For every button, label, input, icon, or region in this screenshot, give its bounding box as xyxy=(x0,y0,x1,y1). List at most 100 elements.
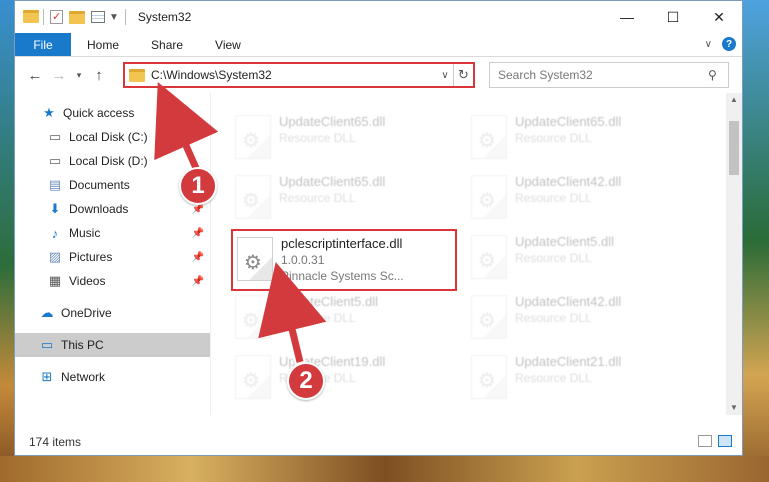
address-dropdown-icon[interactable]: ∨ xyxy=(437,70,453,81)
back-arrow-icon[interactable]: ← xyxy=(23,67,47,84)
desktop-background-right xyxy=(743,0,769,482)
new-folder-icon[interactable] xyxy=(69,10,85,24)
sidebar-item-local-disk-d[interactable]: ▭ Local Disk (D:) xyxy=(15,149,210,173)
dll-file-icon: ⚙ xyxy=(471,235,507,279)
sidebar-item-this-pc[interactable]: ▭ This PC xyxy=(15,333,210,357)
address-bar[interactable]: C:\Windows\System32 ∨ ↻ xyxy=(123,62,475,88)
tab-file[interactable]: File xyxy=(15,33,71,56)
file-description: Resource DLL xyxy=(279,191,356,205)
properties-icon[interactable] xyxy=(91,11,105,23)
scroll-down-icon[interactable]: ▼ xyxy=(726,401,742,415)
divider xyxy=(124,9,126,25)
file-item[interactable]: ⚙ UpdateClient19.dllResource DLL xyxy=(231,349,449,407)
tab-share[interactable]: Share xyxy=(135,33,199,56)
sidebar-item-label: Videos xyxy=(69,274,106,288)
dll-file-icon: ⚙ xyxy=(235,295,271,339)
annotation-badge-2: 2 xyxy=(287,362,325,400)
pin-icon[interactable]: 📌 xyxy=(192,204,204,215)
minimize-button[interactable]: — xyxy=(604,1,650,33)
desktop-background-left xyxy=(0,0,14,482)
file-item[interactable]: ⚙ UpdateClient42.dll Resource DLL xyxy=(467,169,685,227)
search-icon[interactable]: ⚲ xyxy=(708,68,728,82)
sidebar-item-pictures[interactable]: ▨ Pictures 📌 xyxy=(15,245,210,269)
sidebar-item-label: Downloads xyxy=(69,202,129,216)
address-row: ← → ▾ ↑ C:\Windows\System32 ∨ ↻ Search S… xyxy=(15,57,742,93)
ribbon-tabs: File Home Share View ∨ ? xyxy=(15,33,742,57)
dll-file-icon: ⚙ xyxy=(235,355,271,399)
folder-icon xyxy=(23,10,39,24)
sidebar-item-label: Network xyxy=(61,370,106,384)
download-icon: ⬇ xyxy=(49,201,61,216)
sidebar-item-downloads[interactable]: ⬇ Downloads 📌 xyxy=(15,197,210,221)
folder-icon xyxy=(129,68,145,82)
explorer-window: ▼ System32 — ☐ ✕ File Home Share View ∨ … xyxy=(14,0,743,456)
pin-icon[interactable]: 📌 xyxy=(192,252,204,263)
properties-check-icon[interactable] xyxy=(50,10,63,24)
scroll-up-icon[interactable]: ▲ xyxy=(726,93,742,107)
vertical-scrollbar[interactable]: ▲ ▼ xyxy=(726,93,742,415)
dll-file-icon: ⚙ xyxy=(237,237,273,281)
file-name: UpdateClient65.dll xyxy=(279,174,386,189)
maximize-button[interactable]: ☐ xyxy=(650,1,696,33)
item-count: 174 items xyxy=(29,435,82,449)
sidebar-item-videos[interactable]: ▦ Videos 📌 xyxy=(15,269,210,293)
sidebar-item-label: Music xyxy=(69,226,101,240)
drive-icon: ▭ xyxy=(48,153,62,168)
file-name: UpdateClient5.dll xyxy=(279,294,379,309)
dll-file-icon: ⚙ xyxy=(235,175,271,219)
forward-arrow-icon[interactable]: → xyxy=(47,67,71,84)
tab-view[interactable]: View xyxy=(199,33,257,56)
file-item[interactable]: ⚙ UpdateClient21.dll Resource DLL xyxy=(467,349,685,407)
file-item[interactable]: ⚙ UpdateClient42.dll Resource DLL xyxy=(467,289,685,347)
file-name: UpdateClient5.dll xyxy=(515,234,615,249)
help-icon[interactable]: ? xyxy=(722,37,736,51)
annotation-badge-1: 1 xyxy=(179,167,217,205)
chevron-down-icon[interactable]: ▼ xyxy=(109,12,119,23)
close-button[interactable]: ✕ xyxy=(696,1,742,33)
recent-locations-icon[interactable]: ▾ xyxy=(71,70,87,81)
search-placeholder: Search System32 xyxy=(498,68,593,82)
cloud-icon: ☁ xyxy=(40,305,54,320)
tab-home[interactable]: Home xyxy=(71,33,135,56)
sidebar-item-onedrive[interactable]: ☁ OneDrive xyxy=(15,301,210,325)
title-bar: ▼ System32 — ☐ ✕ xyxy=(15,1,742,33)
pin-icon[interactable]: 📌 xyxy=(192,228,204,239)
file-item[interactable]: ⚙ UpdateClient65.dll Resource DLL xyxy=(231,169,449,227)
dll-file-icon: ⚙ xyxy=(471,175,507,219)
refresh-icon[interactable]: ↻ xyxy=(453,64,473,86)
expand-ribbon-icon[interactable]: ∨ xyxy=(705,39,712,50)
pin-icon[interactable]: 📌 xyxy=(192,276,204,287)
large-icons-view-icon[interactable] xyxy=(718,435,732,447)
file-item[interactable]: ⚙ UpdateClient65.dll Resource DLL xyxy=(467,109,685,167)
file-name: UpdateClient21.dll xyxy=(515,354,622,369)
details-view-icon[interactable] xyxy=(698,435,712,447)
sidebar-item-network[interactable]: ⊞ Network xyxy=(15,365,210,389)
address-path[interactable]: C:\Windows\System32 xyxy=(151,68,437,82)
sidebar-item-music[interactable]: ♪ Music 📌 xyxy=(15,221,210,245)
file-description: Resource DLL xyxy=(515,371,592,385)
file-name: UpdateClient65.dll xyxy=(515,114,622,129)
file-item[interactable]: ⚙ UpdateClient5.dll Resource DLL xyxy=(467,229,685,287)
navigation-pane: ★ Quick access ▭ Local Disk (C:) 📌 ▭ Loc… xyxy=(15,93,211,415)
file-name: pclescriptinterface.dll xyxy=(281,236,403,251)
search-input[interactable]: Search System32 ⚲ xyxy=(489,62,729,88)
sidebar-item-local-disk-c[interactable]: ▭ Local Disk (C:) 📌 xyxy=(15,125,210,149)
up-arrow-icon[interactable]: ↑ xyxy=(87,67,111,84)
scrollbar-thumb[interactable] xyxy=(729,121,739,175)
file-description: Resource DLL xyxy=(515,131,592,145)
file-item[interactable]: ⚙ UpdateClient65.dll Resource DLL xyxy=(231,109,449,167)
sidebar-item-quick-access[interactable]: ★ Quick access xyxy=(15,101,210,125)
pictures-icon: ▨ xyxy=(48,249,62,264)
pin-icon[interactable]: 📌 xyxy=(192,132,204,143)
file-company: Pinnacle Systems Sc... xyxy=(281,269,404,283)
network-icon: ⊞ xyxy=(41,369,53,384)
file-description: Resource DLL xyxy=(515,251,592,265)
file-version: 1.0.0.31 xyxy=(281,253,325,267)
sidebar-item-label: OneDrive xyxy=(61,306,112,320)
sidebar-item-label: This PC xyxy=(61,338,104,352)
main-content: ★ Quick access ▭ Local Disk (C:) 📌 ▭ Loc… xyxy=(15,93,742,415)
sidebar-item-label: Local Disk (D:) xyxy=(69,154,148,168)
status-bar: 174 items xyxy=(15,429,742,455)
file-item[interactable]: ⚙ UpdateClient5.dll Resource DLL xyxy=(231,289,449,347)
file-item-pclescriptinterface[interactable]: ⚙ pclescriptinterface.dll 1.0.0.31 Pinna… xyxy=(231,229,457,291)
